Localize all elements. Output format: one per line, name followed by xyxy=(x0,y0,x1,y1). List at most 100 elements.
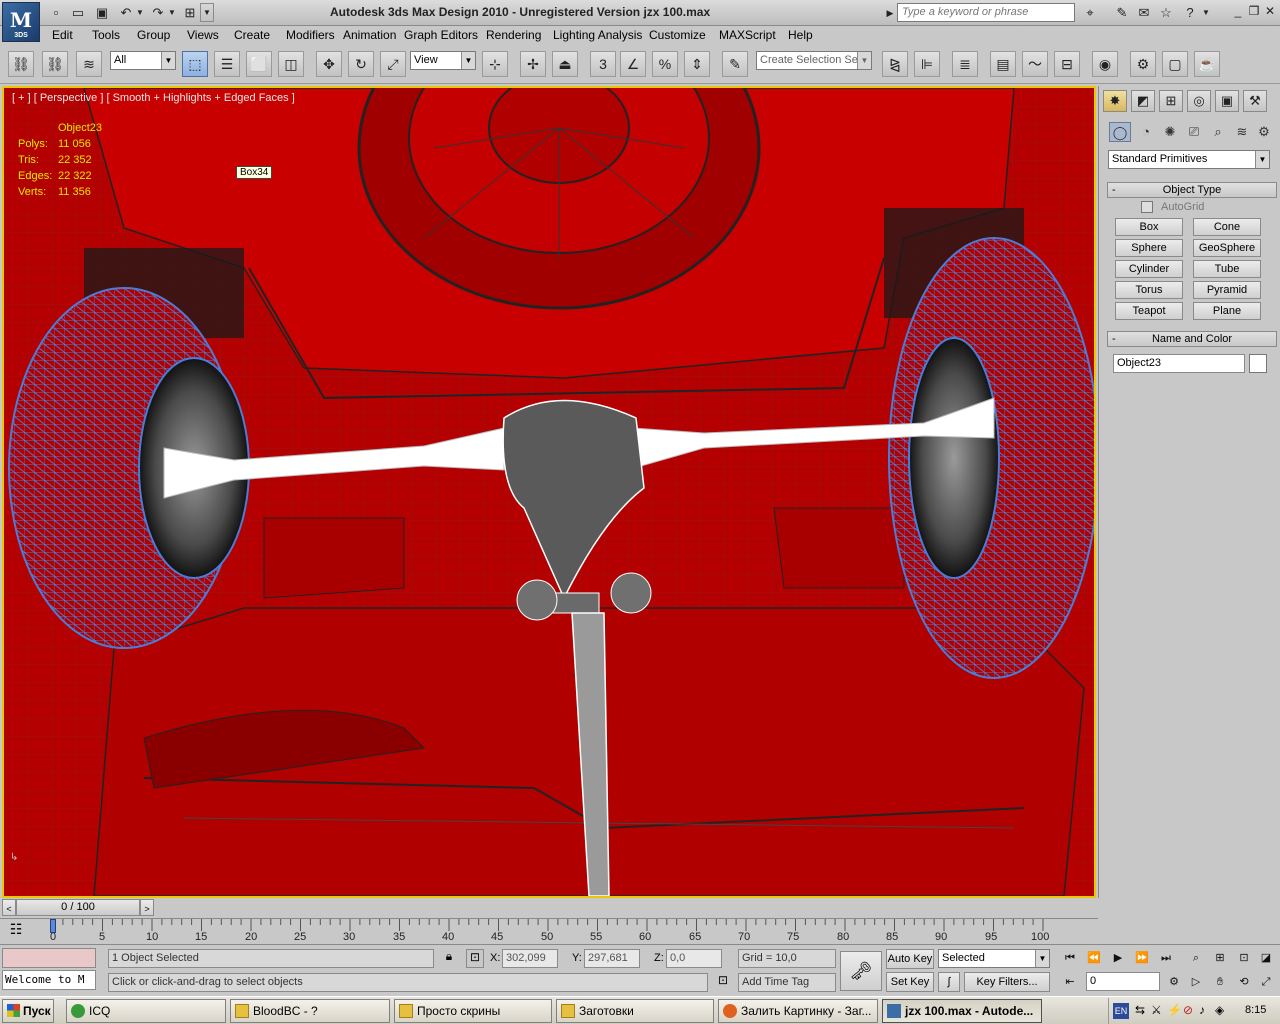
teapot-button[interactable]: Teapot xyxy=(1115,302,1183,320)
bind-space-warp-icon[interactable]: ≋ xyxy=(76,51,102,77)
communication-icon[interactable]: ✉ xyxy=(1134,3,1154,22)
named-selection-sets-dropdown[interactable]: Create Selection Se ▼ xyxy=(756,51,872,70)
zoom-icon[interactable]: ⌕ xyxy=(1186,949,1206,967)
cylinder-button[interactable]: Cylinder xyxy=(1115,260,1183,278)
help-icon[interactable]: ? xyxy=(1180,3,1200,22)
menu-graph-editors[interactable]: Graph Editors xyxy=(404,28,478,42)
selection-filter-dropdown[interactable]: All ▼ xyxy=(110,51,176,70)
zoom-extents-all-icon[interactable]: ◪ xyxy=(1256,949,1276,967)
systems-icon[interactable]: ⚙ xyxy=(1253,122,1275,142)
alert-icon[interactable]: ⊘ xyxy=(1183,1003,1193,1017)
y-coordinate-field[interactable]: 297,681 xyxy=(584,949,640,968)
time-tag-icon[interactable]: ⊡ xyxy=(714,973,732,992)
create-tab-icon[interactable]: ✸ xyxy=(1103,90,1127,112)
flash-icon[interactable]: ⚡ xyxy=(1167,1003,1182,1017)
key-mode-dropdown[interactable]: Selected ▼ xyxy=(938,949,1050,968)
key-filters-button[interactable]: Key Filters... xyxy=(964,972,1050,992)
rendered-frame-window-icon[interactable]: ▢ xyxy=(1162,51,1188,77)
start-button[interactable]: Пуск xyxy=(2,999,54,1023)
spinner-snap-icon[interactable]: ⇕ xyxy=(684,51,710,77)
quick-access-dropdown-icon[interactable]: ▼ xyxy=(200,3,214,22)
lights-icon[interactable]: ✺ xyxy=(1159,122,1181,142)
select-rotate-icon[interactable]: ↻ xyxy=(348,51,374,77)
render-production-icon[interactable]: ☕ xyxy=(1194,51,1220,77)
menu-group[interactable]: Group xyxy=(137,28,170,42)
restore-icon[interactable]: ❐ xyxy=(1246,4,1262,20)
undo-dropdown-icon[interactable]: ▼ xyxy=(134,3,146,22)
go-to-start-icon[interactable]: ⏮ xyxy=(1060,949,1080,967)
current-frame-field[interactable]: 0 xyxy=(1086,972,1160,991)
torus-button[interactable]: Torus xyxy=(1115,281,1183,299)
unlink-icon[interactable]: ⛓ xyxy=(42,51,68,77)
menu-customize[interactable]: Customize xyxy=(649,28,706,42)
select-move-icon[interactable]: ✥ xyxy=(316,51,342,77)
cone-button[interactable]: Cone xyxy=(1193,218,1261,236)
material-editor-icon[interactable]: ◉ xyxy=(1092,51,1118,77)
object-name-field[interactable]: Object23 xyxy=(1113,354,1245,373)
menu-lighting-analysis[interactable]: Lighting Analysis xyxy=(553,28,642,42)
redo-dropdown-icon[interactable]: ▼ xyxy=(166,3,178,22)
percent-snap-icon[interactable]: % xyxy=(652,51,678,77)
mirror-icon[interactable]: ⧎ xyxy=(882,51,908,77)
zoom-all-icon[interactable]: ⊞ xyxy=(1210,949,1230,967)
cameras-icon[interactable]: ⎚ xyxy=(1183,122,1205,142)
viewport-label[interactable]: [ + ] [ Perspective ] [ Smooth + Highlig… xyxy=(12,92,295,104)
menu-modifiers[interactable]: Modifiers xyxy=(286,28,335,42)
menu-maxscript[interactable]: MAXScript xyxy=(719,28,776,42)
task-bloodbc-folder[interactable]: BloodBC - ? xyxy=(230,999,390,1023)
absolute-transform-icon[interactable]: ⊡ xyxy=(466,949,484,968)
x-coordinate-field[interactable]: 302,099 xyxy=(502,949,558,968)
go-to-end-icon[interactable]: ⏭ xyxy=(1156,949,1176,967)
time-slider-thumb[interactable] xyxy=(50,919,56,933)
default-tangent-icon[interactable]: ∫ xyxy=(938,972,960,992)
menu-rendering[interactable]: Rendering xyxy=(486,28,541,42)
redo-icon[interactable]: ↷ xyxy=(148,3,168,22)
menu-tools[interactable]: Tools xyxy=(92,28,120,42)
primitive-category-dropdown[interactable]: Standard Primitives ▼ xyxy=(1108,150,1270,169)
select-and-link-icon[interactable]: ⛓ xyxy=(8,51,34,77)
curve-editor-icon[interactable]: 〜 xyxy=(1022,51,1048,77)
shapes-icon[interactable]: ◔ xyxy=(1135,122,1157,142)
next-frame-icon[interactable]: ⏩ xyxy=(1132,949,1152,967)
favorites-star-icon[interactable]: ☆ xyxy=(1156,3,1176,22)
edit-named-selection-icon[interactable]: ✎ xyxy=(722,51,748,77)
graphite-ribbon-icon[interactable]: ▤ xyxy=(990,51,1016,77)
time-slider[interactable]: < 0 / 100 > xyxy=(0,898,1098,918)
select-scale-icon[interactable]: ⤢ xyxy=(380,51,406,77)
time-configuration-icon[interactable]: ⚙ xyxy=(1164,973,1184,991)
schematic-view-icon[interactable]: ⊟ xyxy=(1054,51,1080,77)
key-mode-toggle-icon[interactable]: ⇤ xyxy=(1060,973,1080,991)
language-indicator[interactable]: EN xyxy=(1113,1003,1129,1019)
object-color-swatch[interactable] xyxy=(1249,354,1267,373)
snaps-toggle-icon[interactable]: 3 xyxy=(590,51,616,77)
task-firefox[interactable]: Залить Картинку - Заг... xyxy=(718,999,878,1023)
select-manipulate-icon[interactable]: ✢ xyxy=(520,51,546,77)
render-setup-icon[interactable]: ⚙ xyxy=(1130,51,1156,77)
maximize-viewport-icon[interactable]: ⤢ xyxy=(1256,973,1276,991)
track-bar[interactable]: ☷ 0 5 10 15 20 25 30 35 40 45 50 55 60 6… xyxy=(0,918,1098,944)
field-of-view-icon[interactable]: ▷ xyxy=(1186,973,1206,991)
binoculars-icon[interactable]: ⌖ xyxy=(1080,3,1100,22)
autogrid-checkbox[interactable] xyxy=(1141,201,1153,213)
previous-frame-icon[interactable]: ⏪ xyxy=(1084,949,1104,967)
layer-manager-icon[interactable]: ≣ xyxy=(952,51,978,77)
minimize-icon[interactable]: _ xyxy=(1230,4,1246,20)
selection-lock-icon[interactable]: 🔒︎ xyxy=(440,949,458,968)
modify-tab-icon[interactable]: ◩ xyxy=(1131,90,1155,112)
project-folder-icon[interactable]: ⊞ xyxy=(180,3,200,22)
object-type-rollout-header[interactable]: - Object Type xyxy=(1107,182,1277,198)
maxscript-listener[interactable]: Welcome to M xyxy=(2,970,96,990)
reference-coordinate-dropdown[interactable]: View ▼ xyxy=(410,51,476,70)
auto-key-button[interactable]: Auto Key xyxy=(886,949,934,969)
app-logo-button[interactable]: M 3DS xyxy=(2,2,40,42)
menu-views[interactable]: Views xyxy=(187,28,219,42)
network-icon[interactable]: ⇆ xyxy=(1135,1003,1145,1017)
help-dropdown-icon[interactable]: ▼ xyxy=(1200,3,1212,22)
hierarchy-tab-icon[interactable]: ⊞ xyxy=(1159,90,1183,112)
sphere-button[interactable]: Sphere xyxy=(1115,239,1183,257)
box-button[interactable]: Box xyxy=(1115,218,1183,236)
select-by-name-icon[interactable]: ☰ xyxy=(214,51,240,77)
helpers-icon[interactable]: ⌕ xyxy=(1207,122,1229,142)
time-next-icon[interactable]: > xyxy=(140,899,154,916)
perspective-viewport[interactable]: [ + ] [ Perspective ] [ Smooth + Highlig… xyxy=(2,86,1096,898)
